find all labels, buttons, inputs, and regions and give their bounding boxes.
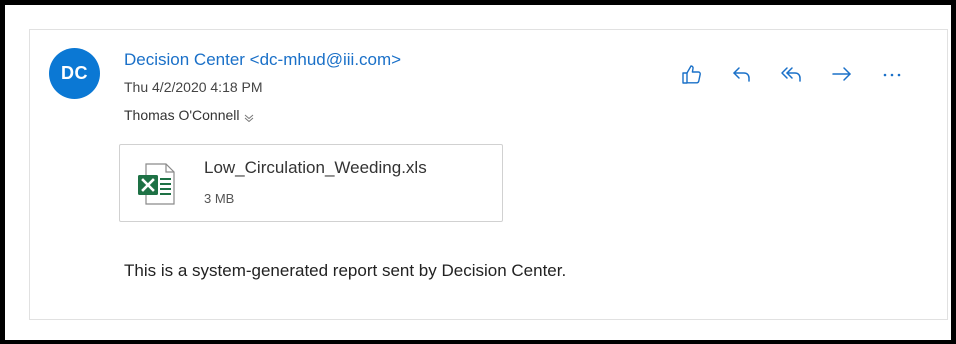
message-body: This is a system-generated report sent b… <box>124 261 567 280</box>
like-icon <box>682 65 701 84</box>
recipient-name: Thomas O'Connell <box>124 107 240 123</box>
attachment-card[interactable]: Low_Circulation_Weeding.xls 3 MB <box>119 144 503 222</box>
attachment-size: 3 MB <box>204 191 235 206</box>
reply-button[interactable] <box>730 62 754 86</box>
reply-icon <box>733 67 750 82</box>
excel-file-icon <box>138 163 175 205</box>
reply-all-button[interactable] <box>780 62 804 86</box>
recipient-line[interactable]: Thomas O'Connell <box>124 107 254 123</box>
more-icon <box>883 73 901 77</box>
more-actions-button[interactable] <box>880 62 904 86</box>
forward-button[interactable] <box>830 62 854 86</box>
expand-recipients-icon[interactable] <box>244 110 254 123</box>
sender-name[interactable]: Decision Center <dc-mhud@iii.com> <box>124 50 401 70</box>
forward-icon <box>832 67 851 81</box>
reply-all-icon <box>781 67 801 82</box>
message-date: Thu 4/2/2020 4:18 PM <box>124 79 263 95</box>
avatar[interactable]: DC <box>49 48 100 99</box>
attachment-name: Low_Circulation_Weeding.xls <box>204 158 427 177</box>
message-actions <box>680 62 904 86</box>
like-button[interactable] <box>680 62 704 86</box>
avatar-initials: DC <box>61 63 88 83</box>
